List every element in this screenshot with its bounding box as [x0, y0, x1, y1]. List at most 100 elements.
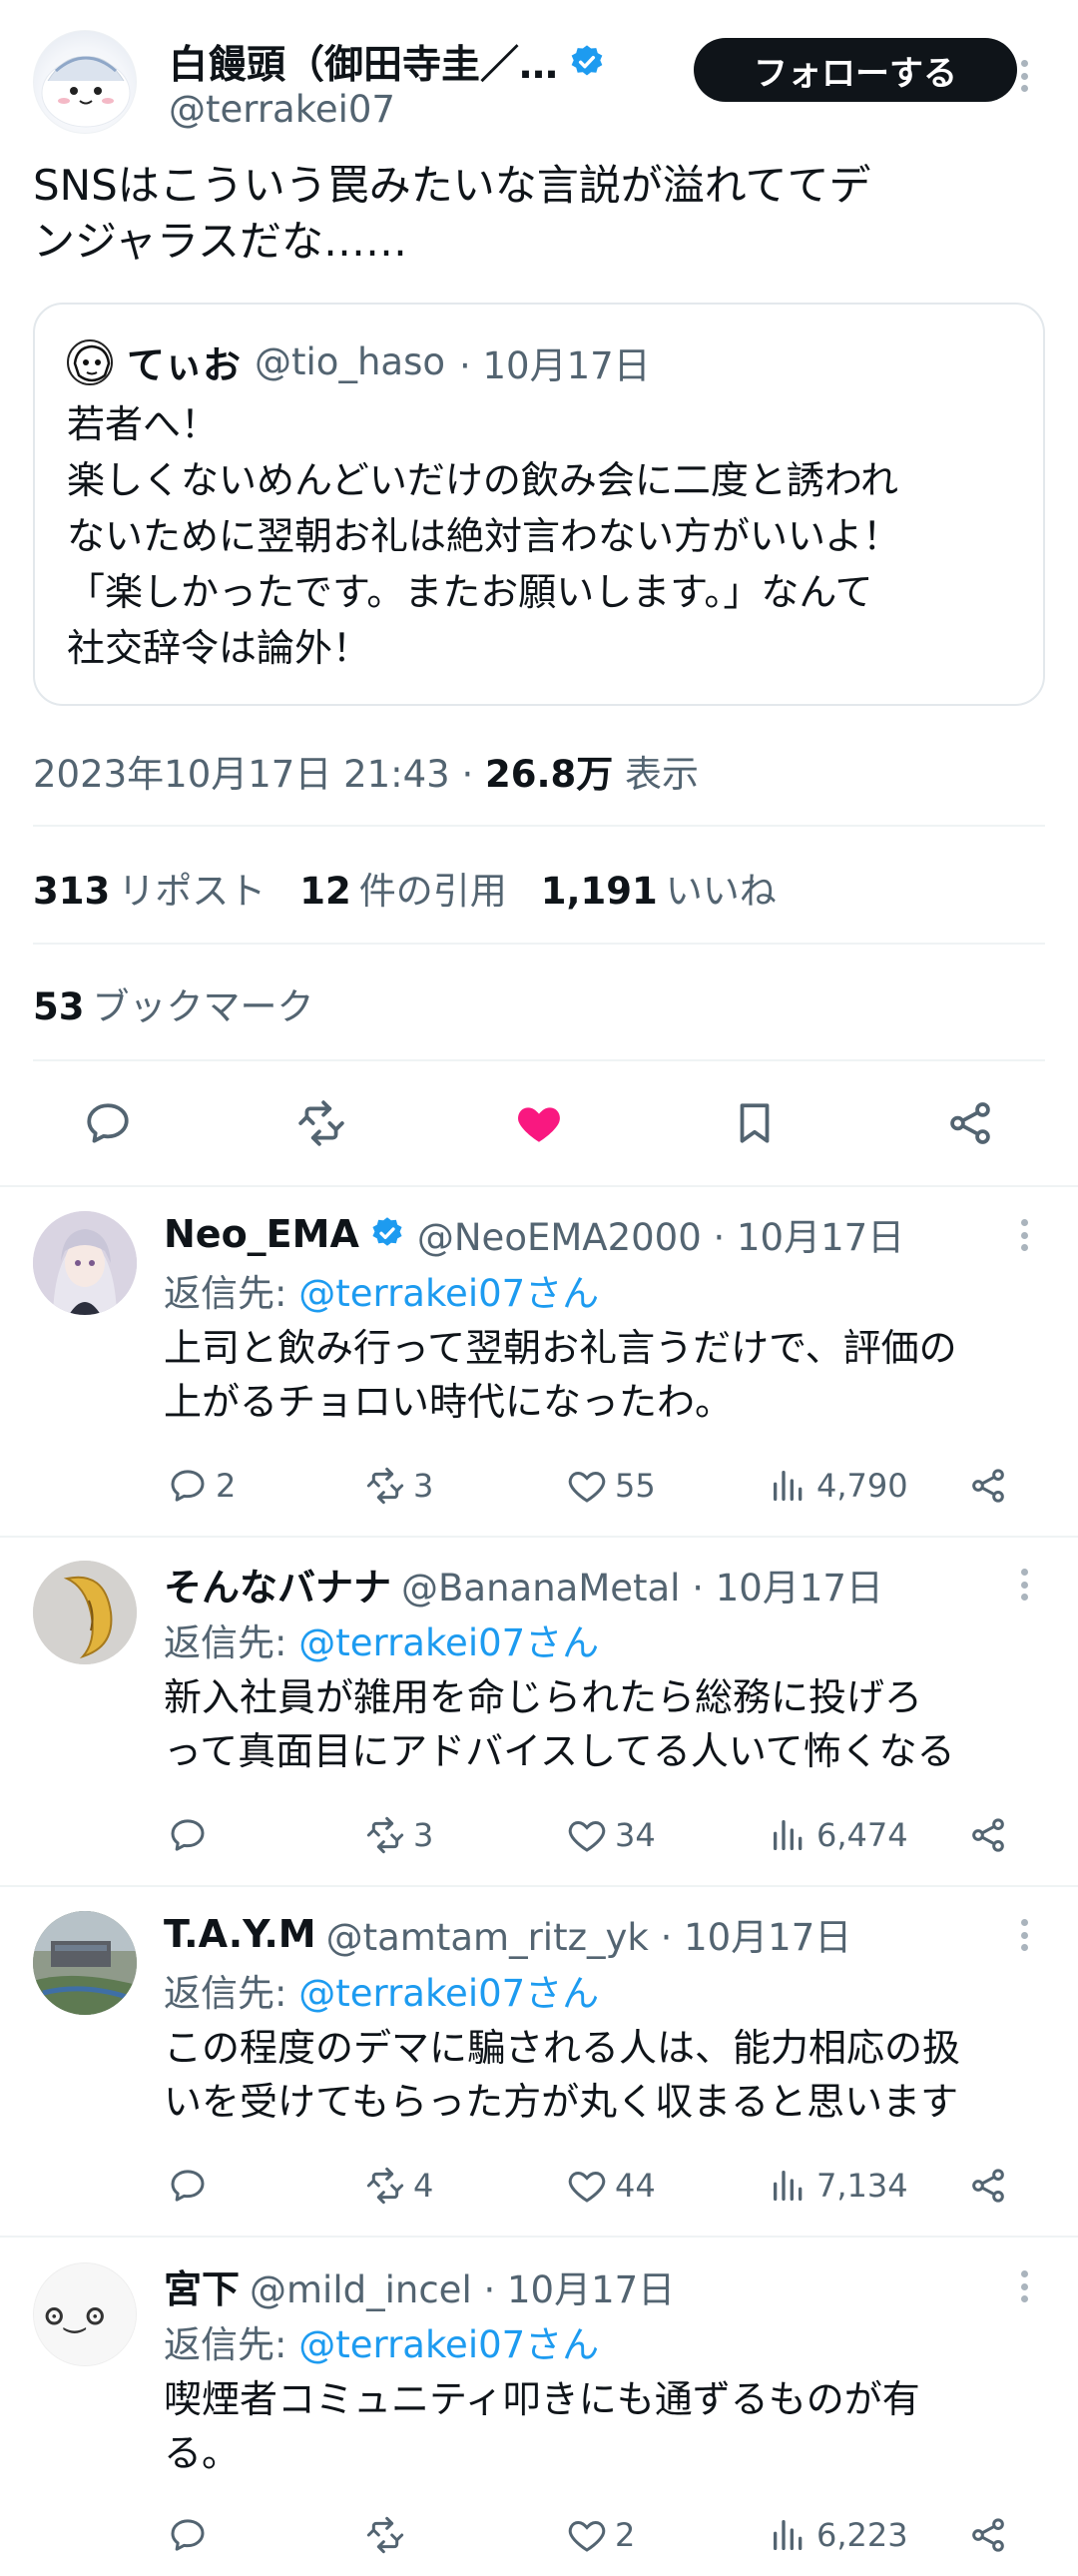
reply-text: 喫煙者コミュニティ叩きにも通ずるものが有 る。 — [164, 2372, 1052, 2480]
divider — [0, 1185, 1078, 1187]
reply-text-line: 新入社員が雑用を命じられたら総務に投げろ — [164, 1675, 923, 1719]
reply-to-line: 返信先: @terrakei07さん — [164, 1612, 599, 1666]
reply-button[interactable] — [168, 2161, 216, 2211]
reply-header: そんなバナナ @BananaMetal · 10月17日 — [164, 1557, 883, 1611]
quoted-tweet-text: 若者へ！ 楽しくないめんどいだけの飲み会に二度と誘われ ないために翌朝お礼は絶対… — [67, 396, 1025, 676]
reply-to-mention[interactable]: @terrakei07さん — [298, 1621, 599, 1664]
reposts-label: リポスト — [118, 870, 267, 913]
quoted-author-handle: @tio_haso — [255, 340, 445, 383]
share-icon[interactable] — [942, 1095, 998, 1151]
like-button[interactable]: 34 — [567, 1810, 656, 1860]
views-count: 6,223 — [816, 2516, 908, 2554]
more-options-icon[interactable] — [1014, 2266, 1034, 2306]
reply-bubble-icon — [171, 1470, 205, 1502]
more-options-icon[interactable] — [1014, 1215, 1034, 1255]
share-icon[interactable] — [968, 1810, 1008, 1860]
repost-button[interactable]: 4 — [365, 2161, 433, 2211]
like-button[interactable]: 2 — [567, 2510, 635, 2560]
reply-author-handle[interactable]: @mild_incel · 10月17日 — [250, 2259, 675, 2313]
share-icon[interactable] — [968, 1461, 1008, 1511]
reply-avatar[interactable] — [33, 1561, 137, 1664]
views-label: 表示 — [613, 753, 700, 796]
reply-count: 2 — [216, 1467, 237, 1505]
reply-to-line: 返信先: @terrakei07さん — [164, 1263, 599, 1317]
quotes-count: 12 — [299, 870, 351, 913]
author-display-name[interactable]: 白饅頭（御田寺圭／… — [169, 34, 558, 90]
reply-text-line: 上がるチョロい時代になったわ。 — [164, 1380, 734, 1424]
views-button[interactable]: 4,790 — [769, 1461, 908, 1511]
reply-to-mention[interactable]: @terrakei07さん — [298, 1272, 599, 1315]
reply-avatar[interactable] — [33, 1911, 137, 2015]
reply-author-name[interactable]: T.A.Y.M — [164, 1912, 316, 1956]
tweet-timestamp[interactable]: 2023年10月17日 21:43 · — [33, 753, 485, 796]
reply-button[interactable] — [168, 2510, 216, 2560]
quoted-tweet[interactable]: てぃお @tio_haso · 10月17日 若者へ！ 楽しくないめんどいだけの… — [33, 303, 1045, 706]
reply-author-handle[interactable]: @BananaMetal · 10月17日 — [401, 1558, 883, 1611]
author-handle[interactable]: @terrakei07 — [169, 88, 395, 131]
views-button[interactable]: 7,134 — [769, 2161, 908, 2211]
reply-button[interactable]: 2 — [168, 1461, 236, 1511]
reposts-stat[interactable]: 313 リポスト — [33, 861, 266, 915]
repost-button[interactable] — [365, 2510, 413, 2560]
reply-header: 宮下 @mild_incel · 10月17日 — [164, 2258, 675, 2313]
divider — [33, 825, 1045, 827]
likes-label: いいね — [665, 870, 777, 913]
views-count: 4,790 — [816, 1467, 908, 1505]
reply-to-mention[interactable]: @terrakei07さん — [298, 2323, 599, 2366]
follow-button[interactable]: フォローする — [694, 38, 1017, 102]
quoted-text-line: 楽しくないめんどいだけの飲み会に二度と誘われ — [67, 458, 898, 502]
bar-chart-icon — [774, 2171, 803, 2201]
reply-text: 上司と飲み行って翌朝お礼言うだけで、評価の 上がるチョロい時代になったわ。 — [164, 1321, 1052, 1429]
reply-avatar[interactable]: ʘ‿ʘ — [33, 2262, 137, 2366]
reply-item[interactable]: T.A.Y.M @tamtam_ritz_yk · 10月17日 返信先: @t… — [0, 1911, 1078, 2221]
more-options-icon[interactable] — [1014, 1565, 1034, 1605]
reply-author-handle[interactable]: @tamtam_ritz_yk · 10月17日 — [326, 1907, 852, 1961]
reply-author-handle[interactable]: @NeoEMA2000 · 10月17日 — [417, 1207, 904, 1261]
heart-icon[interactable] — [511, 1095, 567, 1151]
quoted-text-line: 若者へ！ — [67, 402, 220, 446]
reply-text: この程度のデマに騙される人は、能力相応の扱 いを受けてもらった方が丸く収まると思… — [164, 2021, 1052, 2129]
views-count: 7,134 — [816, 2167, 908, 2205]
repost-arrows-icon — [366, 1816, 404, 1854]
author-avatar[interactable] — [33, 30, 137, 134]
more-options-icon[interactable] — [1014, 56, 1034, 96]
bookmark-icon[interactable] — [727, 1095, 783, 1151]
verified-badge-icon — [369, 1215, 407, 1253]
reply-to-label: 返信先: — [164, 1621, 299, 1664]
quotes-stat[interactable]: 12 件の引用 — [299, 861, 507, 915]
like-button[interactable]: 44 — [567, 2161, 656, 2211]
bar-chart-icon — [774, 1820, 803, 1850]
svg-text:ʘ‿ʘ: ʘ‿ʘ — [44, 2294, 105, 2334]
views-button[interactable]: 6,474 — [769, 1810, 908, 1860]
like-button[interactable]: 55 — [567, 1461, 656, 1511]
reply-to-line: 返信先: @terrakei07さん — [164, 2314, 599, 2368]
heart-icon — [568, 1820, 606, 1852]
tweet-action-bar — [0, 1083, 1078, 1163]
repost-arrows-icon — [366, 2516, 404, 2554]
reply-button[interactable] — [168, 1810, 216, 1860]
divider — [33, 1059, 1045, 1061]
reply-item[interactable]: Neo_EMA @NeoEMA2000 · 10月17日 返信先: @terra… — [0, 1211, 1078, 1521]
reply-avatar[interactable] — [33, 1211, 137, 1315]
reply-item[interactable]: ʘ‿ʘ 宮下 @mild_incel · 10月17日 返信先: @terrak… — [0, 2262, 1078, 2576]
bar-chart-icon — [774, 2520, 803, 2550]
more-options-icon[interactable] — [1014, 1915, 1034, 1955]
repost-button[interactable]: 3 — [365, 1461, 433, 1511]
reply-author-name[interactable]: 宮下 — [164, 2258, 240, 2313]
bookmarks-stat[interactable]: 53 ブックマーク — [33, 976, 314, 1030]
repost-button[interactable]: 3 — [365, 1810, 433, 1860]
repost-arrows-icon[interactable] — [293, 1095, 349, 1151]
reply-item[interactable]: そんなバナナ @BananaMetal · 10月17日 返信先: @terra… — [0, 1561, 1078, 1870]
reply-to-mention[interactable]: @terrakei07さん — [298, 1972, 599, 2015]
share-icon[interactable] — [968, 2161, 1008, 2211]
reply-author-name[interactable]: そんなバナナ — [164, 1557, 391, 1611]
reply-to-label: 返信先: — [164, 1272, 299, 1315]
likes-stat[interactable]: 1,191 いいね — [541, 861, 777, 915]
reply-author-name[interactable]: Neo_EMA — [164, 1212, 359, 1256]
reply-bubble-icon[interactable] — [80, 1095, 136, 1151]
share-icon[interactable] — [968, 2510, 1008, 2560]
views-button[interactable]: 6,223 — [769, 2510, 908, 2560]
bookmarks-label: ブックマーク — [92, 985, 314, 1028]
tweet-meta: 2023年10月17日 21:43 · 26.8万 表示 — [33, 744, 699, 798]
heart-icon — [568, 2520, 606, 2552]
